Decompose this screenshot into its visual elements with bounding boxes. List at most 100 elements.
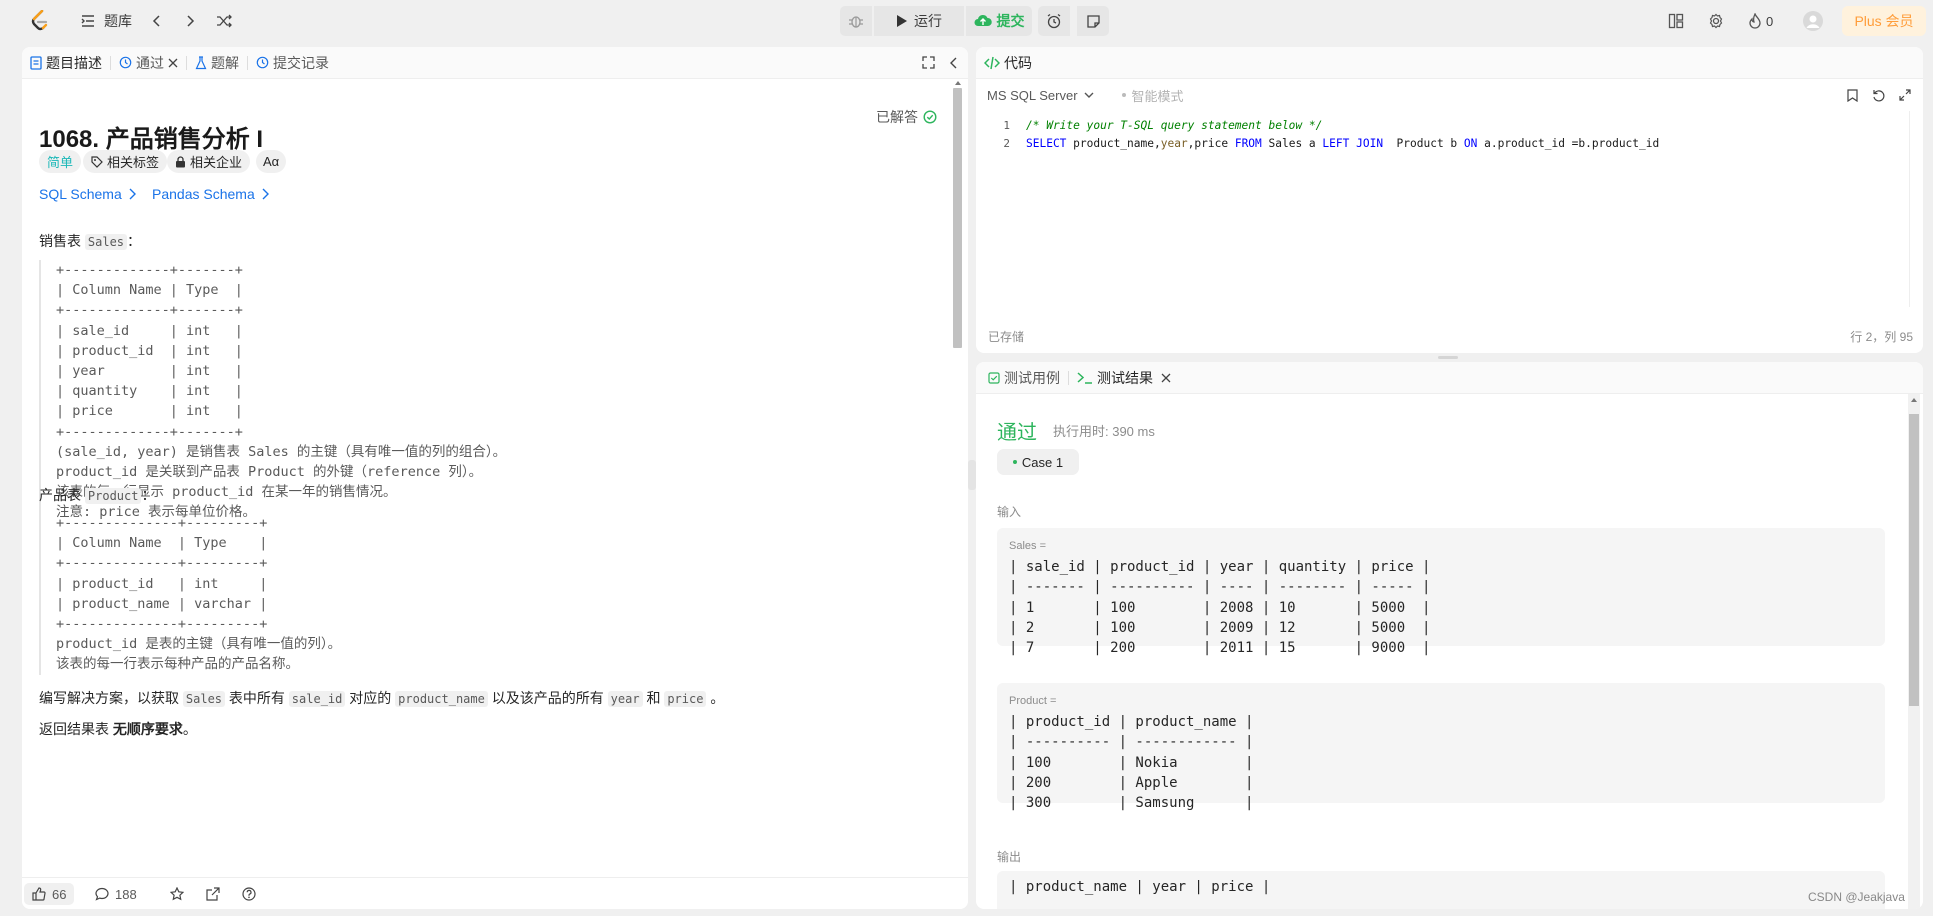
- share-icon: [206, 887, 220, 901]
- tab-accepted-label: 通过: [136, 54, 164, 71]
- tab-submissions[interactable]: 提交记录: [248, 47, 337, 79]
- smart-mode-label: 智能模式: [1131, 88, 1184, 104]
- panel-resize-handle[interactable]: [968, 460, 976, 490]
- document-icon: [30, 55, 42, 70]
- sales-input-table: | sale_id | product_id | year | quantity…: [1009, 559, 1431, 657]
- alarm-icon: [1046, 13, 1062, 29]
- task-text: 和: [646, 690, 661, 706]
- result-scrollbar-thumb[interactable]: [1909, 414, 1919, 706]
- close-icon[interactable]: [168, 58, 178, 68]
- fire-icon: [1748, 13, 1762, 29]
- share-button[interactable]: [206, 883, 220, 905]
- line-number: 1: [1003, 119, 1010, 132]
- random-problem-button[interactable]: [216, 6, 232, 36]
- product-input-table: | product_id | product_name | | --------…: [1009, 714, 1254, 812]
- sales-schema-table: +-------------+-------+ | Column Name | …: [56, 262, 507, 521]
- task-code: year: [607, 691, 643, 707]
- plus-member-button[interactable]: Plus 会员: [1842, 6, 1926, 36]
- task-code: Sales: [182, 691, 226, 707]
- bookmark-icon[interactable]: [1847, 88, 1858, 102]
- user-avatar[interactable]: [1802, 6, 1824, 36]
- task-description: 编写解决方案，以获取 Sales 表中所有 sale_id 对应的 produc…: [39, 688, 724, 708]
- run-label: 运行: [914, 13, 942, 29]
- language-selector[interactable]: MS SQL Server: [987, 88, 1094, 103]
- tag-icon: [91, 155, 103, 168]
- comment-button[interactable]: 188: [95, 883, 137, 905]
- top-nav: 题库 运行 提交 0 Plus 会员: [0, 0, 1933, 42]
- layout-button[interactable]: [1668, 6, 1684, 36]
- sql-schema-link[interactable]: SQL Schema: [39, 186, 136, 202]
- check-circle-icon: [923, 110, 937, 124]
- streak-count: 0: [1766, 13, 1774, 29]
- sql-schema-label: SQL Schema: [39, 186, 122, 202]
- tab-test-result[interactable]: 测试结果: [1069, 362, 1179, 394]
- order-period: 。: [182, 721, 197, 737]
- pandas-schema-link[interactable]: Pandas Schema: [152, 186, 269, 202]
- thumbs-up-icon: [32, 887, 46, 901]
- product-code: Product: [84, 488, 142, 504]
- collapse-panel-icon[interactable]: [949, 57, 958, 69]
- tab-code-label: 代码: [1004, 54, 1032, 71]
- terminal-icon: [1077, 371, 1093, 384]
- tab-solutions[interactable]: 题解: [187, 47, 247, 79]
- left-scrollbar-thumb[interactable]: [953, 88, 962, 348]
- difficulty-label: 简单: [47, 155, 74, 170]
- smart-mode-toggle[interactable]: 智能模式: [1121, 86, 1184, 105]
- help-button[interactable]: [242, 883, 256, 905]
- output-box: | product_name | year | price |: [997, 871, 1885, 909]
- tab-test-result-label: 测试结果: [1097, 369, 1153, 386]
- settings-button[interactable]: [1708, 6, 1724, 36]
- run-button[interactable]: 运行: [874, 6, 964, 36]
- code-panel: 代码 MS SQL Server 智能模式 1 /* Write your T-…: [976, 47, 1923, 353]
- like-button[interactable]: 66: [24, 883, 75, 905]
- related-topics-tag[interactable]: 相关标签: [83, 150, 168, 173]
- font-toggle-tag[interactable]: Aα: [256, 150, 287, 173]
- notes-button[interactable]: [1077, 6, 1109, 36]
- tab-code[interactable]: 代码: [976, 47, 1040, 79]
- editor-scrollbar[interactable]: [1909, 111, 1922, 307]
- streak-counter[interactable]: 0: [1748, 6, 1773, 36]
- flask-icon: [195, 55, 207, 70]
- chevron-left-icon: [150, 14, 164, 28]
- input-label: 输入: [997, 505, 1022, 519]
- note-icon: [1086, 14, 1101, 29]
- list-icon: [80, 13, 96, 29]
- sales-code: Sales: [84, 234, 128, 250]
- reset-icon[interactable]: [1872, 89, 1885, 102]
- bug-icon: [848, 13, 864, 29]
- product-schema-block: +--------------+---------+ | Column Name…: [39, 513, 341, 675]
- gear-icon: [1708, 13, 1724, 29]
- problem-list-button[interactable]: 题库: [80, 6, 132, 36]
- checkbox-icon: [988, 371, 1000, 384]
- tab-testcase[interactable]: 测试用例: [976, 362, 1068, 394]
- fullscreen-icon[interactable]: [922, 56, 935, 69]
- code-editor[interactable]: 1 /* Write your T-SQL query statement be…: [976, 111, 1923, 311]
- tab-accepted[interactable]: 通过: [111, 47, 186, 79]
- code-tabbar: 代码: [976, 47, 1923, 79]
- task-text: 。: [710, 690, 725, 706]
- panel-resize-handle[interactable]: [1438, 356, 1458, 359]
- problem-footer: 66 188: [22, 877, 968, 909]
- next-problem-button[interactable]: [183, 6, 197, 36]
- product-var-label: Product =: [1009, 695, 1057, 707]
- expand-icon[interactable]: [1899, 89, 1911, 101]
- submit-button[interactable]: 提交: [966, 6, 1032, 36]
- editor-statusbar: 已存储 行 2，列 95: [988, 328, 1913, 345]
- related-companies-tag[interactable]: 相关企业: [167, 150, 251, 173]
- code-comment: /* Write your T-SQL query statement belo…: [1026, 119, 1323, 132]
- chevron-right-icon: [261, 188, 269, 200]
- debug-button[interactable]: [840, 6, 872, 36]
- tab-description[interactable]: 题目描述: [22, 47, 110, 79]
- timer-button[interactable]: [1038, 6, 1070, 36]
- product-input-box: Product = | product_id | product_name | …: [997, 683, 1885, 811]
- related-topics-label: 相关标签: [107, 155, 160, 170]
- result-tabbar: 测试用例 测试结果: [976, 362, 1923, 394]
- favorite-button[interactable]: [170, 883, 184, 905]
- editor-toolbar: MS SQL Server 智能模式: [976, 79, 1923, 111]
- prev-problem-button[interactable]: [150, 6, 164, 36]
- case-tab[interactable]: Case 1: [997, 449, 1079, 475]
- close-icon[interactable]: [1161, 373, 1171, 383]
- task-text: 以及该产品的所有: [491, 690, 604, 706]
- product-intro: 产品表 Product：: [39, 485, 155, 505]
- leetcode-logo[interactable]: [30, 6, 50, 36]
